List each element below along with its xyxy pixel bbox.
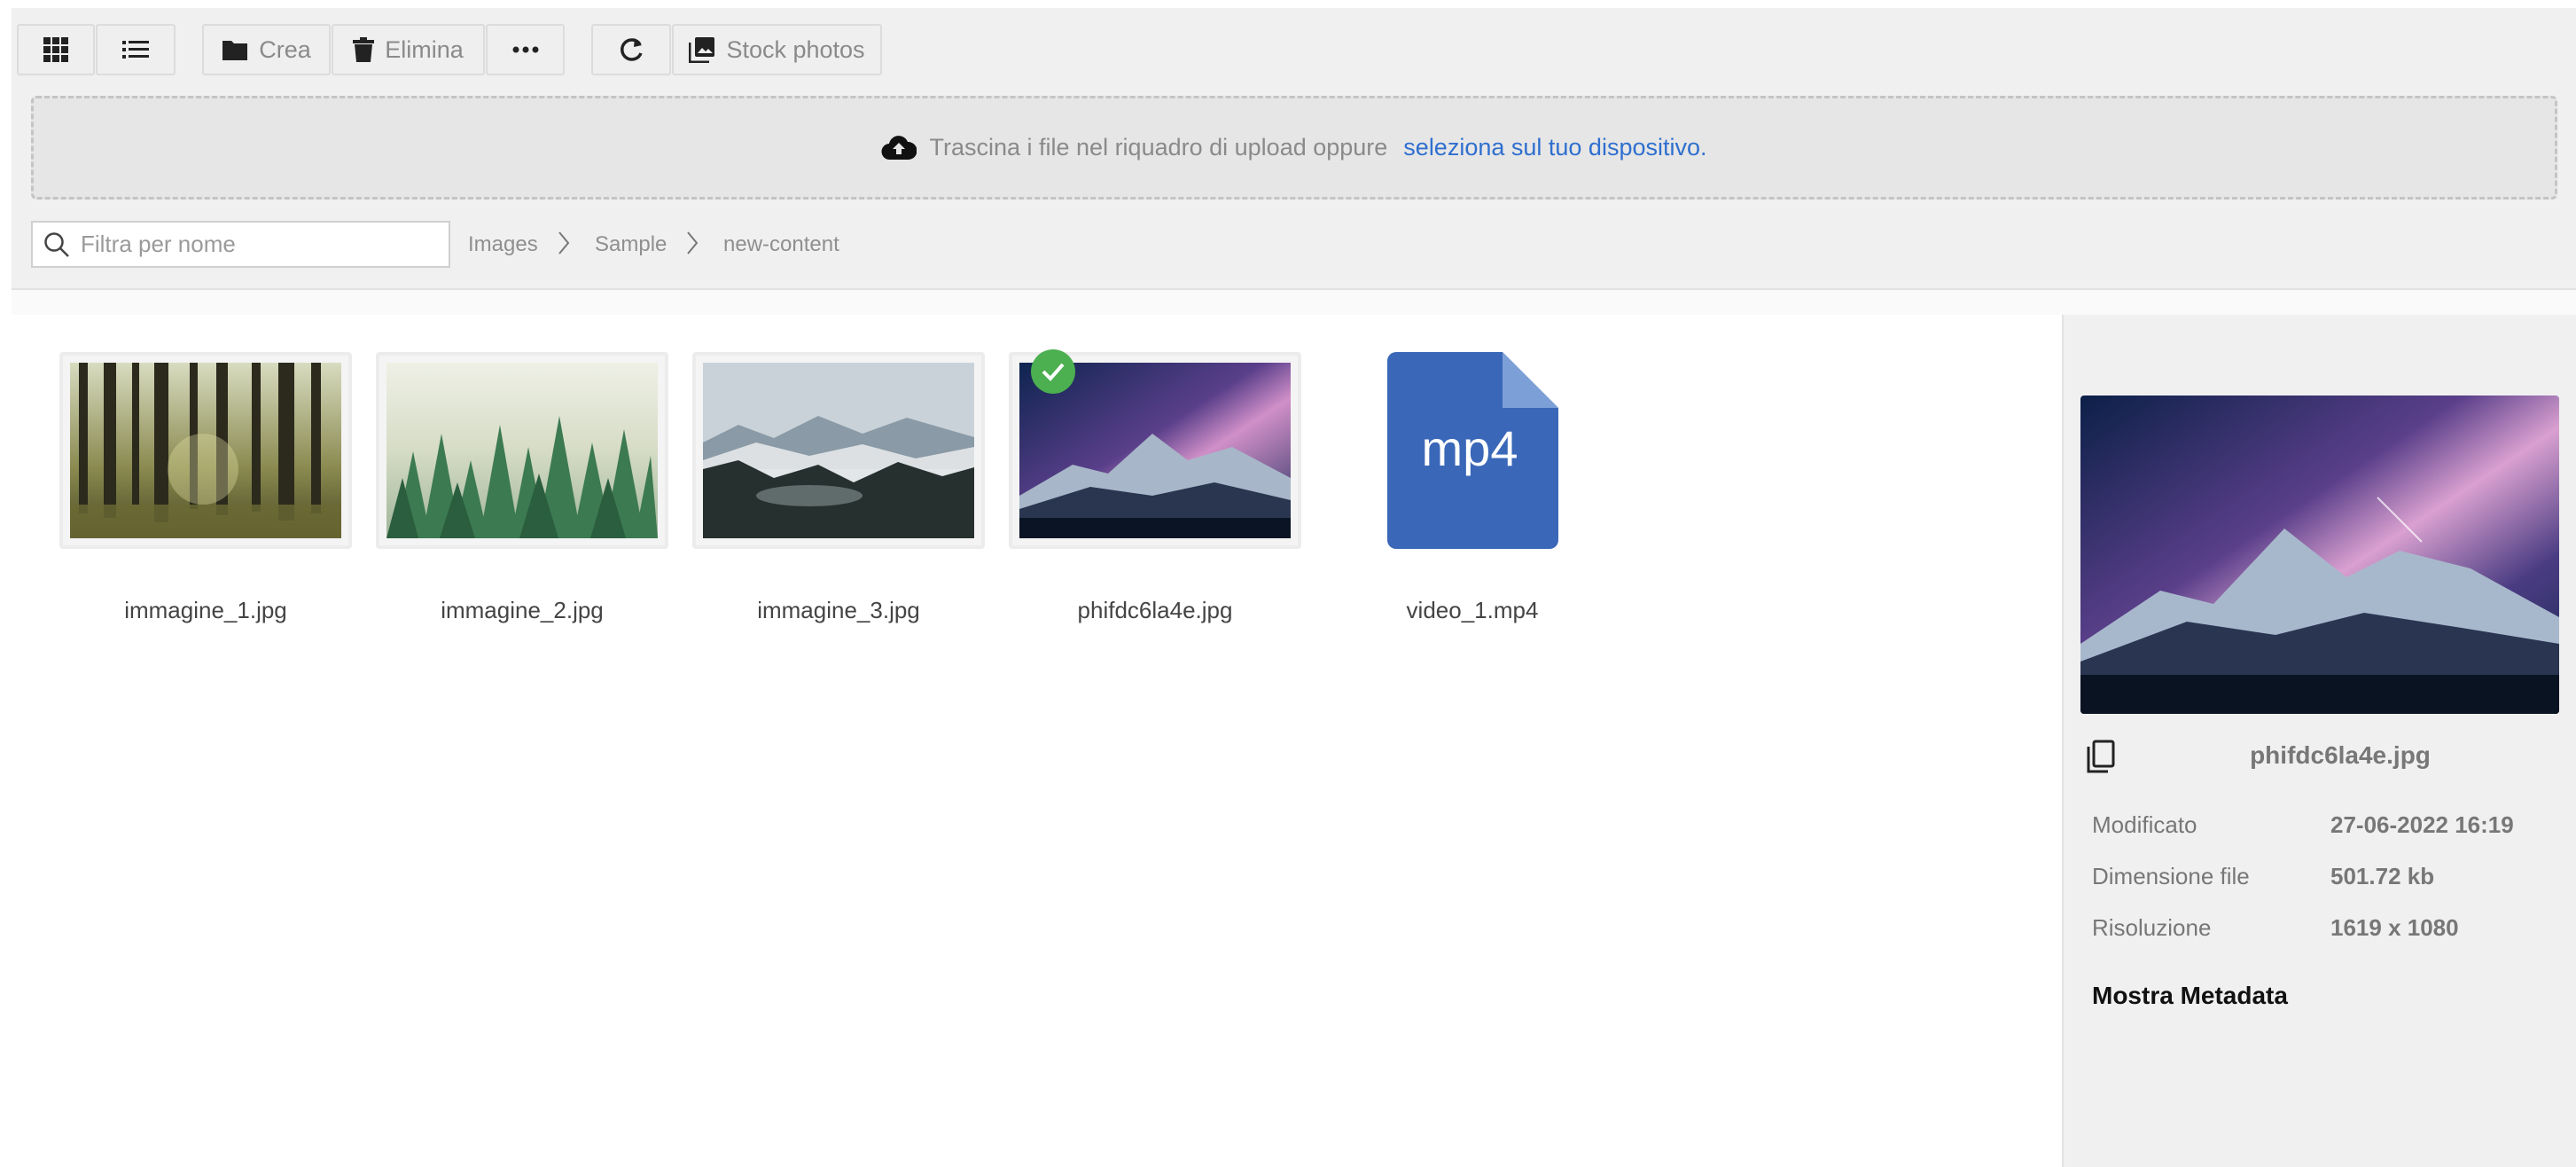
folder-icon: [222, 41, 248, 60]
file-name[interactable]: immagine_1.jpg: [46, 597, 365, 624]
ellipsis-icon: [512, 46, 538, 53]
details-filename: phifdc6la4e.jpg: [2250, 741, 2431, 769]
refresh-icon: [621, 38, 643, 61]
file-tile[interactable]: [376, 352, 668, 549]
more-options-button[interactable]: [486, 24, 565, 75]
list-icon: [122, 41, 149, 59]
file-name[interactable]: immagine_3.jpg: [679, 597, 998, 624]
stock-photos-button[interactable]: Stock photos: [672, 24, 882, 75]
stock-photos-label: Stock photos: [726, 35, 865, 63]
select-from-device-link[interactable]: seleziona sul tuo dispositivo.: [1403, 134, 1706, 161]
file-tile[interactable]: [59, 352, 352, 549]
grid-view-button[interactable]: [17, 24, 95, 75]
file-name[interactable]: video_1.mp4: [1313, 597, 1632, 624]
meta-value: 1619 x 1080: [2330, 914, 2459, 941]
meta-value: 501.72 kb: [2330, 863, 2435, 889]
file-thumbnail: [703, 363, 974, 538]
mp4-file-icon[interactable]: mp4: [1387, 352, 1558, 549]
meta-value: 27-06-2022 16:19: [2330, 811, 2514, 838]
breadcrumb-item[interactable]: Images: [468, 232, 538, 257]
breadcrumb-item[interactable]: new-content: [723, 232, 839, 257]
trash-icon: [353, 37, 375, 62]
mp4-badge: mp4: [1422, 420, 1518, 476]
selected-check-icon: [1031, 349, 1075, 394]
filter-input[interactable]: [79, 230, 437, 259]
file-thumbnail: [70, 363, 341, 538]
chevron-right-icon: [558, 231, 570, 255]
file-name[interactable]: phifdc6la4e.jpg: [995, 597, 1315, 624]
cloud-upload-icon: [881, 135, 917, 160]
meta-label: Risoluzione: [2092, 914, 2212, 941]
copy-icon[interactable]: [2085, 740, 2117, 775]
search-icon: [44, 231, 69, 257]
create-label: Crea: [259, 35, 311, 63]
upload-dropzone[interactable]: Trascina i file nel riquadro di upload o…: [31, 96, 2557, 200]
delete-label: Elimina: [385, 35, 464, 63]
chevron-right-icon: [687, 231, 699, 255]
show-metadata-button[interactable]: Mostra Metadata: [2092, 982, 2288, 1010]
file-tile[interactable]: [692, 352, 985, 549]
dropzone-text: Trascina i file nel riquadro di upload o…: [929, 134, 1388, 161]
file-name[interactable]: immagine_2.jpg: [363, 597, 682, 624]
photo-library-icon: [689, 37, 715, 63]
grid-icon: [43, 37, 68, 62]
list-view-button[interactable]: [96, 24, 176, 75]
filter-box[interactable]: [31, 221, 450, 268]
meta-label: Dimensione file: [2092, 863, 2250, 889]
file-thumbnail: [386, 363, 658, 538]
meta-label: Modificato: [2092, 811, 2197, 838]
preview-image: [2080, 396, 2559, 714]
refresh-button[interactable]: [591, 24, 671, 75]
create-folder-button[interactable]: Crea: [202, 24, 331, 75]
breadcrumb-item[interactable]: Sample: [595, 232, 667, 257]
delete-button[interactable]: Elimina: [332, 24, 485, 75]
